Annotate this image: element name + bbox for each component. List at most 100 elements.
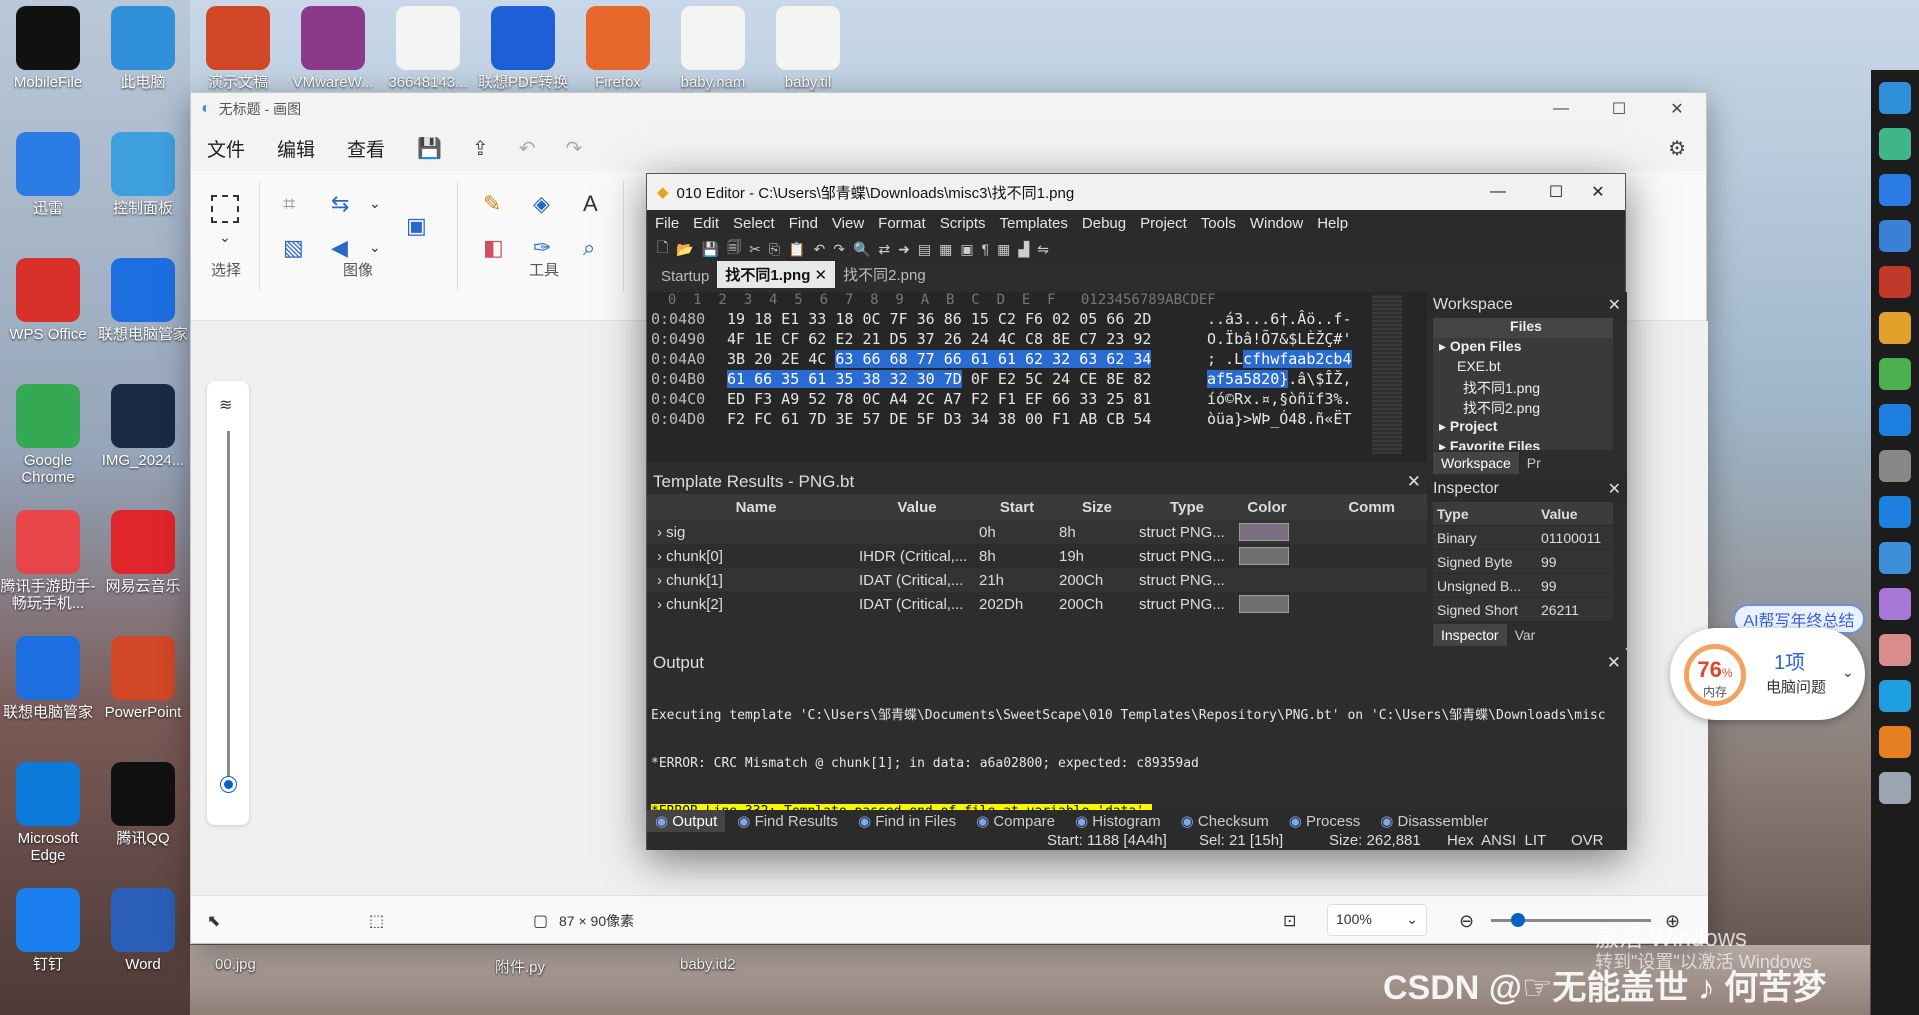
hex-row[interactable]: 0:04A0 3B 20 2E 4C 63 66 68 77 66 61 61 6… [647,350,1427,370]
undo-icon[interactable]: ↶ [519,136,536,161]
chevron-down-icon[interactable]: ⌄ [1842,664,1854,681]
close-icon[interactable]: ✕ [1607,653,1621,673]
menu-view[interactable]: 查看 [347,135,385,162]
desktop-icon[interactable]: Google Chrome [0,384,96,486]
inspector-row[interactable]: Unsigned B... 99 [1433,574,1613,598]
desktop-icon[interactable]: 联想电脑管家 [95,258,191,343]
folder-icon[interactable] [1879,312,1911,344]
minimize-icon[interactable]: — [1532,93,1590,125]
tab-file1[interactable]: 找不同1.png ✕ [717,261,836,288]
output-tab[interactable]: ◉ Output [647,810,726,832]
expand-chevron-icon[interactable]: › [657,524,666,541]
col-start[interactable]: Start [975,499,1055,516]
tree-file-2[interactable]: 找不同2.png [1433,398,1613,418]
desktop-icon[interactable]: baby.til [760,6,856,91]
cut-icon[interactable]: ✂ [749,241,761,258]
close-icon[interactable]: ✕ [1407,472,1421,492]
editor-menu-item[interactable]: Select [733,215,775,232]
zoom-out-icon[interactable]: ⊖ [1459,911,1474,932]
pencil-icon[interactable]: ✎ [483,191,501,217]
output-tab[interactable]: ◉ Find Results [729,810,846,832]
background-removal-icon[interactable]: ▣ [406,213,427,239]
menu-edit[interactable]: 编辑 [277,135,315,162]
expand-chevron-icon[interactable]: › [657,572,666,589]
computer-icon[interactable] [1879,82,1911,114]
menu-file[interactable]: 文件 [207,135,245,162]
desktop-icon[interactable]: 此电脑 [95,6,191,91]
col-comment[interactable]: Comm [1295,499,1395,516]
save-all-icon[interactable]: 🗐 [727,237,741,261]
goto-icon[interactable]: ➜ [898,241,910,258]
script-icon[interactable]: ▦ [939,241,952,258]
more-icon[interactable] [1879,450,1911,482]
paste-icon[interactable]: 📋 [788,241,805,258]
avatar-icon[interactable] [1879,634,1911,666]
tab-file2[interactable]: 找不同2.png [835,261,934,288]
inspector-row[interactable]: Binary 01100011 [1433,526,1613,550]
desktop-label-baby-id2[interactable]: baby.id2 [680,956,736,973]
rotate-dropdown-icon[interactable]: ⌄ [369,195,381,212]
desktop-icon[interactable]: 联想PDF转换 [475,6,571,91]
col-value[interactable]: Value [855,499,975,516]
color-picker-icon[interactable]: ✑ [533,235,551,261]
editor-menu-item[interactable]: Help [1317,215,1348,232]
tree-file-1[interactable]: 找不同1.png [1433,378,1613,398]
desktop-icon[interactable]: 控制面板 [95,132,191,217]
fill-icon[interactable]: ◈ [533,191,550,217]
settings-icon[interactable]: ⚙ [1668,136,1686,161]
inspector-row[interactable]: Signed Short 26211 [1433,598,1613,622]
tab-project[interactable]: Pr [1519,452,1549,474]
text-icon[interactable]: A [583,191,598,217]
zoom-select[interactable]: 100% ⌄ [1327,904,1427,936]
calculator-icon[interactable]: ▦ [997,241,1010,258]
desktop-icon[interactable]: VMwareW... [285,6,381,91]
eraser-icon[interactable]: ◧ [483,235,504,261]
tab-inspector[interactable]: Inspector [1433,624,1507,646]
flip-icon[interactable]: ◀ [331,235,348,261]
close-icon[interactable]: ✕ [1569,174,1627,210]
close-icon[interactable]: ✕ [1608,295,1621,315]
columns-icon[interactable]: ¶ [982,241,990,257]
tab-variables[interactable]: Var [1507,624,1544,646]
hex-row[interactable]: 0:04C0 ED F3 A9 52 78 0C A4 2C A7 F2 F1 E… [647,390,1427,410]
flip-dropdown-icon[interactable]: ⌄ [369,239,381,256]
histogram-icon[interactable]: ▟ [1018,241,1029,258]
desktop-icon[interactable]: baby.nam [665,6,761,91]
editor-menu-item[interactable]: Tools [1201,215,1236,232]
settings-icon[interactable] [1879,772,1911,804]
search-icon[interactable] [1879,726,1911,758]
desktop-label-00jpg[interactable]: 00.jpg [215,956,256,973]
hex-row[interactable]: 0:04B0 61 66 35 61 35 38 32 30 7D 0F E2 5… [647,370,1427,390]
editor-menu-item[interactable]: Scripts [940,215,986,232]
desktop-icon[interactable]: 联想电脑管家 [0,636,96,721]
save-icon[interactable]: 💾 [702,241,719,258]
editor-menu-item[interactable]: Edit [693,215,719,232]
tree-favorite-files[interactable]: ▸ Favorite Files [1433,438,1613,450]
image-icon[interactable] [1879,358,1911,390]
desktop-icon[interactable]: 36648143... [380,6,476,91]
share-icon[interactable]: ⇪ [472,136,489,161]
output-tab[interactable]: ◉ Compare [968,810,1063,832]
expand-chevron-icon[interactable]: › [657,596,666,613]
contacts-icon[interactable] [1879,128,1911,160]
editor-menu-item[interactable]: View [832,215,864,232]
minimize-icon[interactable]: — [1469,174,1527,210]
desktop-icon[interactable]: Firefox [570,6,666,91]
redo-icon[interactable]: ↷ [565,136,582,161]
select-rectangle-icon[interactable] [211,195,239,223]
desktop-icon[interactable]: Microsoft Edge [0,762,96,864]
copy-icon[interactable]: ⎘ [769,241,780,258]
desktop-icon[interactable]: 迅雷 [0,132,96,217]
editor-menu-item[interactable]: Debug [1082,215,1126,232]
desktop-icon[interactable]: 腾讯手游助手-畅玩手机... [0,510,96,612]
fit-to-window-icon[interactable]: ⊡ [1283,911,1296,931]
crop-icon[interactable]: ⌗ [283,191,295,217]
tab-startup[interactable]: Startup [653,265,717,288]
editor-menu-item[interactable]: Project [1140,215,1187,232]
output-tab[interactable]: ◉ Checksum [1173,810,1277,832]
tab-close-icon[interactable]: ✕ [815,267,828,284]
maximize-icon[interactable]: ☐ [1590,93,1648,125]
magnifier-icon[interactable]: ⌕ [583,235,595,261]
col-color[interactable]: Color [1235,499,1295,516]
desktop-icon[interactable]: IMG_2024... [95,384,191,469]
